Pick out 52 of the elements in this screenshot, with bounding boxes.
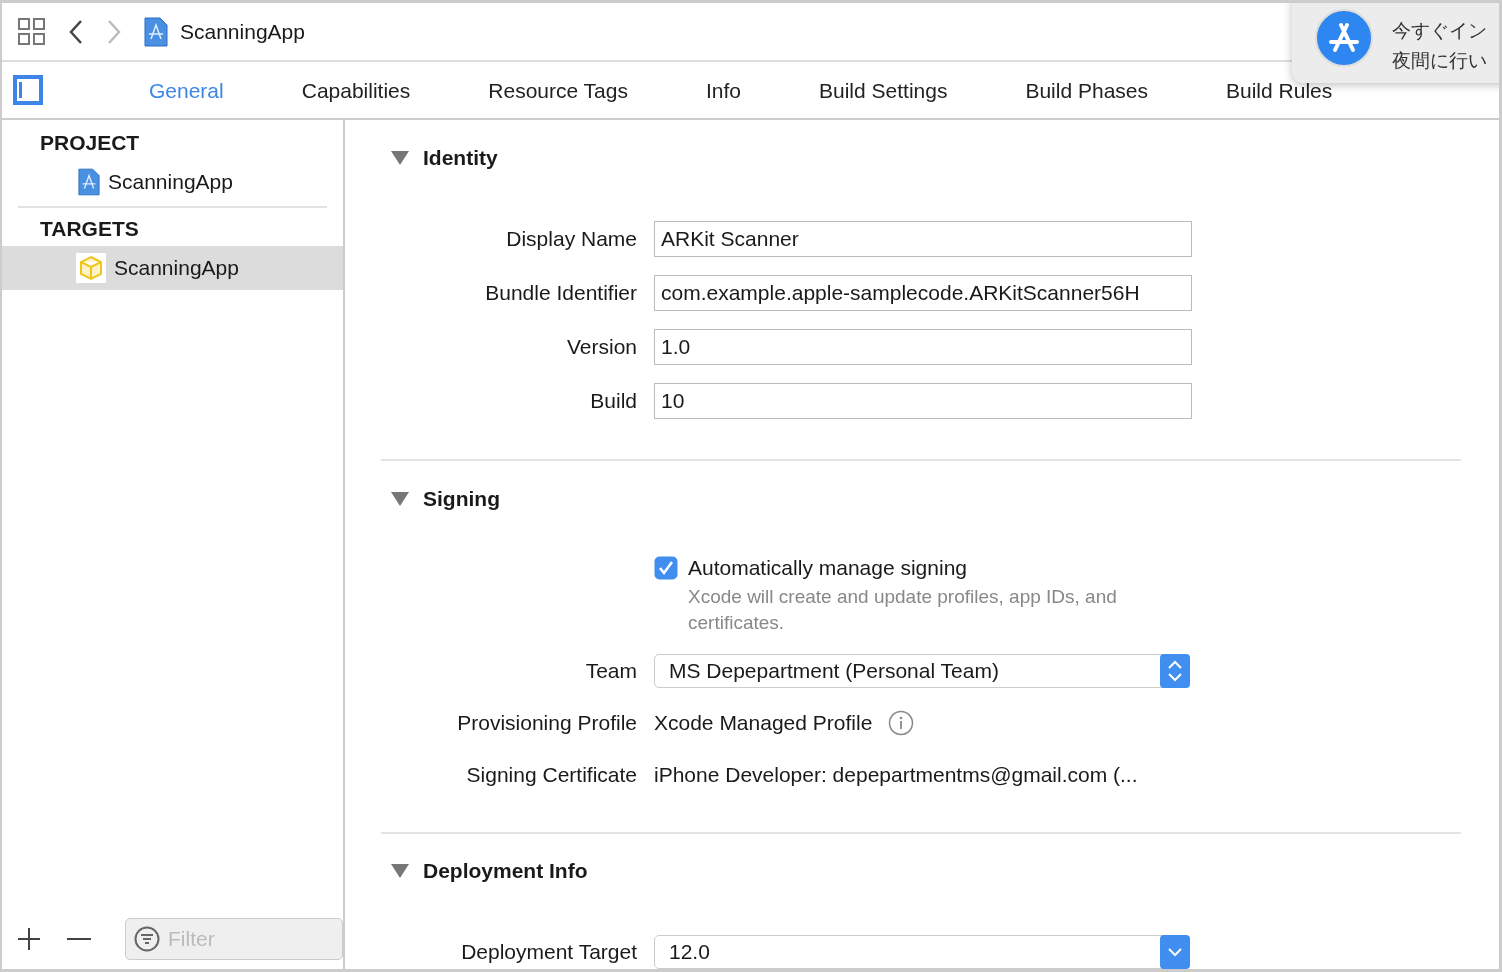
tab[interactable]: Build Settings: [780, 79, 987, 103]
tab[interactable]: Resource Tags: [449, 79, 667, 103]
value-text: iPhone Developer: depepartmentms@gmail.com (...: [654, 763, 1138, 788]
project-file-icon: [144, 16, 168, 47]
tab[interactable]: General: [137, 79, 263, 103]
field-label: Display Name: [506, 227, 637, 252]
field-label: Build: [590, 389, 637, 414]
checkbox[interactable]: [654, 556, 678, 581]
text-field[interactable]: 10: [654, 383, 1192, 420]
disclosure-down-icon[interactable]: [391, 149, 409, 166]
section-title: Signing: [423, 486, 500, 511]
checkbox-label[interactable]: Automatically manage signing: [688, 556, 967, 581]
add-icon[interactable]: [17, 927, 41, 951]
field-label: Bundle Identifier: [485, 281, 637, 306]
disclosure-down-icon[interactable]: [391, 490, 409, 507]
field-label: Team: [585, 659, 637, 684]
text-field[interactable]: 1.0: [654, 329, 1192, 366]
section-title: Deployment Info: [423, 859, 588, 884]
disclosure-down-icon[interactable]: [391, 863, 409, 880]
hint-text: Xcode will create and update profiles, app IDs, and certificates.: [688, 585, 1118, 636]
app-icon: [1314, 8, 1374, 68]
combo-box[interactable]: 12.0: [654, 935, 1190, 969]
sidebar-item[interactable]: ScanningApp: [2, 246, 343, 290]
back-icon[interactable]: [68, 18, 84, 45]
project-file-icon: [78, 168, 100, 196]
info-icon[interactable]: [888, 710, 915, 737]
field-label: Version: [566, 335, 637, 360]
filter-icon: [134, 926, 160, 952]
section-title: Identity: [423, 145, 498, 170]
breadcrumb-title[interactable]: ScanningApp: [180, 19, 305, 44]
sidebar-toggle-icon[interactable]: [13, 75, 43, 105]
section-heading: PROJECT: [40, 130, 140, 156]
field-label: Provisioning Profile: [457, 711, 637, 736]
grid-icon[interactable]: [18, 17, 46, 46]
field-label: Signing Certificate: [466, 763, 637, 788]
value-text: Xcode Managed Profile: [654, 711, 873, 736]
popup-button[interactable]: MS Depepartment (Personal Team): [654, 654, 1190, 689]
field-label: Deployment Target: [461, 940, 637, 964]
cube-icon: [76, 253, 106, 283]
text-field[interactable]: com.example.apple-samplecode.ARKitScanner56H: [654, 275, 1192, 312]
notification-banner[interactable]: 今すぐイン 夜間に行い: [1292, 3, 1499, 83]
section-heading: TARGETS: [40, 216, 139, 242]
chevron-down-icon: [1160, 935, 1190, 969]
stepper-arrows-icon: [1160, 654, 1190, 689]
sidebar-item[interactable]: ScanningApp: [2, 160, 343, 204]
tab[interactable]: Build Phases: [986, 79, 1187, 103]
text-field[interactable]: ARKit Scanner: [654, 221, 1192, 258]
tab[interactable]: Capabilities: [262, 79, 450, 103]
notification-text: 今すぐイン: [1392, 19, 1487, 43]
tab[interactable]: Info: [667, 79, 780, 103]
remove-icon[interactable]: [67, 937, 91, 941]
notification-text: 夜間に行い: [1392, 49, 1487, 73]
